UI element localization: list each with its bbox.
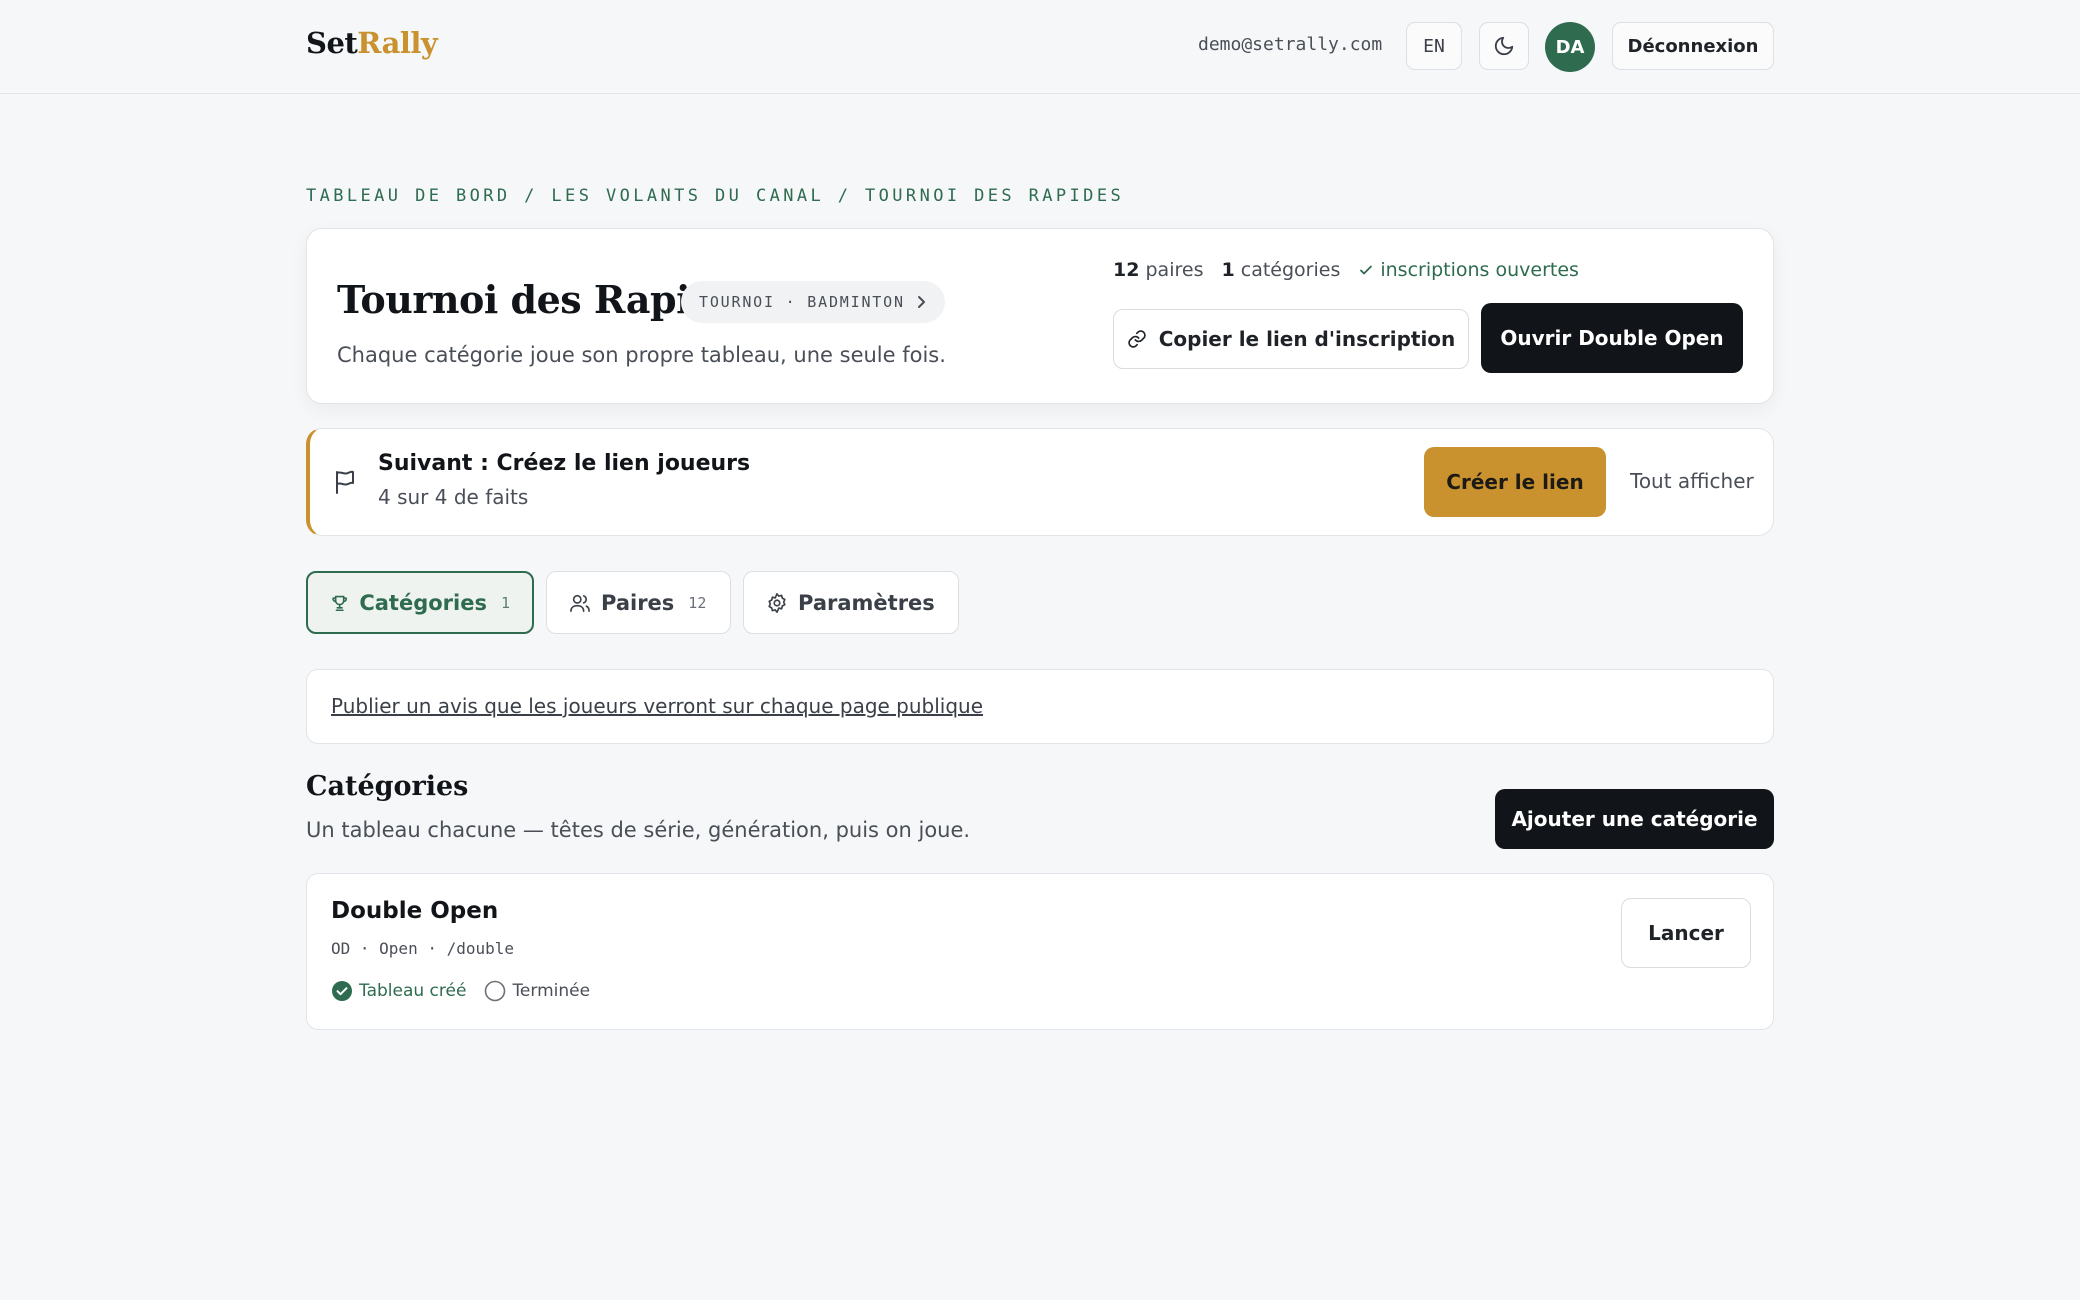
- breadcrumb[interactable]: TABLEAU DE BORD / LES VOLANTS DU CANAL /…: [306, 186, 1124, 206]
- user-email: demo@setrally.com: [1198, 34, 1383, 55]
- category-card: Double Open OD · Open · /double Tableau …: [306, 873, 1774, 1030]
- pill-label: TOURNOI · BADMINTON: [699, 293, 905, 311]
- step-finished-label: Terminée: [512, 981, 591, 1001]
- tab-settings-label: Paramètres: [798, 590, 935, 615]
- tournament-stats: 12 paires 1 catégories inscriptions ouve…: [1113, 259, 1579, 281]
- tab-categories-label: Catégories: [359, 590, 487, 615]
- categories-label: catégories: [1240, 259, 1341, 281]
- language-button[interactable]: EN: [1406, 22, 1462, 70]
- tab-pairs-count: 12: [688, 593, 707, 612]
- trophy-icon: [332, 595, 348, 611]
- next-step-title: Suivant : Créez le lien joueurs: [378, 451, 751, 476]
- logo-text-rally: Rally: [357, 26, 438, 60]
- launch-button[interactable]: Lancer: [1621, 898, 1751, 968]
- link-icon: [1127, 330, 1146, 348]
- registration-status-label: inscriptions ouvertes: [1380, 259, 1579, 281]
- top-nav: SetRally demo@setrally.com EN DA Déconne…: [0, 0, 2080, 94]
- gear-icon: [768, 592, 786, 613]
- step-bracket-created-label: Tableau créé: [359, 981, 467, 1001]
- public-notice-card: Publier un avis que les joueurs verront …: [306, 669, 1774, 744]
- publish-notice-link[interactable]: Publier un avis que les joueurs verront …: [331, 694, 983, 718]
- tab-pairs-label: Paires: [601, 590, 675, 615]
- chevron-right-icon: [917, 296, 925, 308]
- categories-stat: 1 catégories: [1221, 259, 1340, 281]
- flag-icon: [336, 470, 354, 494]
- tab-settings[interactable]: Paramètres: [743, 571, 959, 634]
- create-link-button[interactable]: Créer le lien: [1424, 447, 1606, 517]
- copy-registration-link-button[interactable]: Copier le lien d'inscription: [1113, 309, 1469, 369]
- next-step-card: Suivant : Créez le lien joueurs 4 sur 4 …: [306, 428, 1774, 536]
- tab-categories-count: 1: [500, 593, 510, 612]
- pairs-count: 12: [1113, 259, 1140, 281]
- users-icon: [570, 594, 590, 612]
- moon-icon: [1494, 36, 1514, 56]
- open-double-open-button[interactable]: Ouvrir Double Open: [1481, 303, 1743, 373]
- logo-text-set: Set: [306, 26, 358, 60]
- tab-categories[interactable]: Catégories 1: [306, 571, 534, 634]
- copy-link-label: Copier le lien d'inscription: [1158, 327, 1456, 351]
- check-circle-icon: [332, 981, 352, 1001]
- step-finished: Terminée: [484, 980, 590, 1002]
- tab-pairs[interactable]: Paires 12: [546, 571, 731, 634]
- registration-status: inscriptions ouvertes: [1358, 259, 1579, 281]
- logo[interactable]: SetRally: [306, 26, 438, 60]
- step-bracket-created: Tableau créé: [331, 980, 466, 1002]
- tournament-header-card: Tournoi des Rapides TOURNOI · BADMINTON …: [306, 228, 1774, 404]
- theme-toggle-button[interactable]: [1479, 22, 1529, 70]
- tournament-type-pill[interactable]: TOURNOI · BADMINTON: [681, 281, 945, 323]
- categories-count: 1: [1221, 259, 1235, 281]
- next-step-progress: 4 sur 4 de faits: [378, 485, 529, 509]
- category-meta: OD · Open · /double: [331, 939, 515, 958]
- pairs-stat: 12 paires: [1113, 259, 1203, 281]
- check-icon: [1360, 265, 1373, 275]
- category-steps: Tableau créé Terminée: [331, 980, 590, 1002]
- empty-circle-icon: [485, 980, 506, 1002]
- tournament-subtitle: Chaque catégorie joue son propre tableau…: [337, 343, 946, 367]
- category-name: Double Open: [331, 898, 499, 924]
- show-all-link[interactable]: Tout afficher: [1630, 469, 1754, 493]
- logout-button[interactable]: Déconnexion: [1612, 22, 1774, 70]
- add-category-button[interactable]: Ajouter une catégorie: [1495, 789, 1774, 849]
- avatar[interactable]: DA: [1545, 22, 1595, 72]
- section-subtitle: Un tableau chacune — têtes de série, gén…: [306, 818, 971, 842]
- section-title: Catégories: [306, 771, 469, 802]
- pairs-label: paires: [1145, 259, 1204, 281]
